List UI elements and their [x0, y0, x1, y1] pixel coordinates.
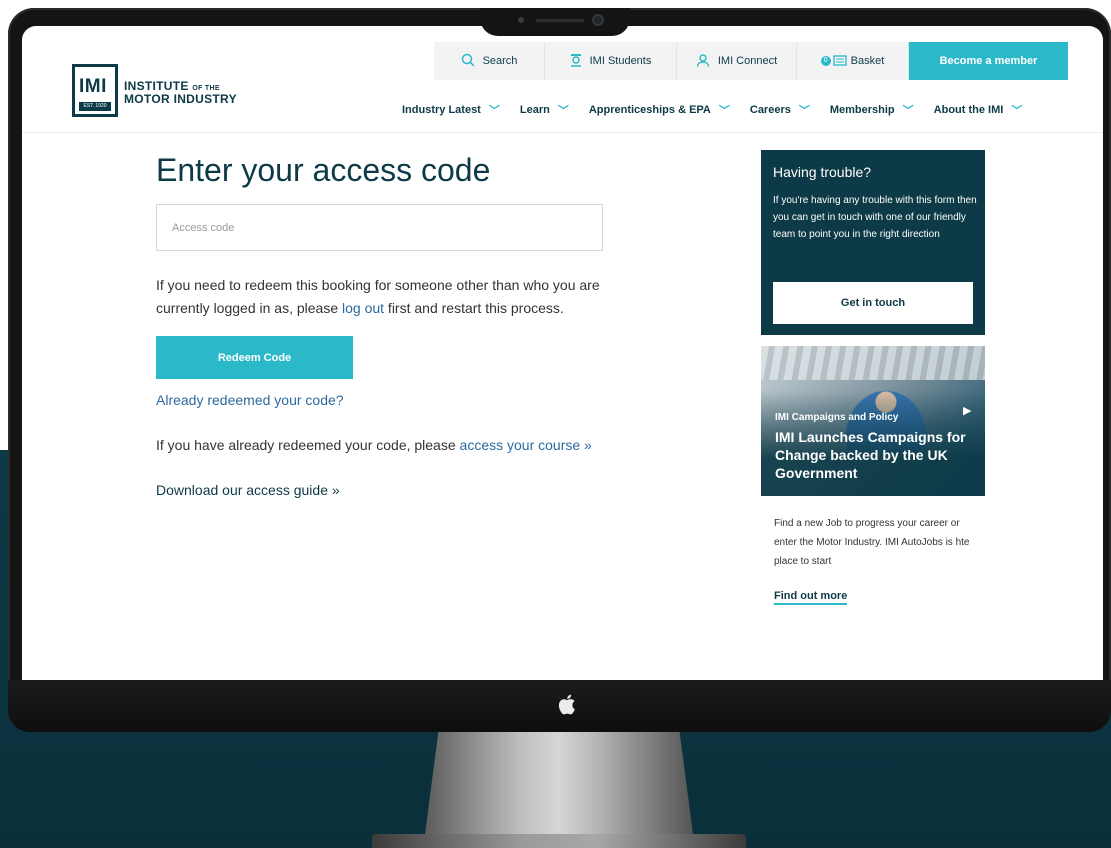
imi-students-label: IMI Students [589, 55, 652, 67]
basket-link[interactable]: 0 Basket [797, 42, 909, 80]
monitor-stand-base [372, 834, 746, 848]
imi-logo[interactable]: IMI EST. 1920 [72, 64, 118, 117]
nav-membership[interactable]: Membership ﹀ [830, 102, 914, 118]
help-panel: Having trouble? If you're having any tro… [761, 150, 985, 335]
camera-icon [592, 14, 604, 26]
speaker-grille [536, 19, 584, 22]
logo-mark: IMI [79, 76, 107, 97]
chevron-down-icon: ﹀ [718, 105, 730, 117]
logo-text-line1: INSTITUTE OF THE [124, 79, 220, 93]
help-text: If you're having any trouble with this f… [773, 195, 977, 240]
access-code-input[interactable] [156, 204, 603, 251]
search-label: Search [482, 55, 518, 67]
nav-about[interactable]: About the IMI ﹀ [934, 102, 1023, 118]
find-out-more-link[interactable]: Find out more [774, 590, 848, 605]
person-icon [696, 53, 710, 70]
search-icon [461, 53, 475, 70]
become-member-button[interactable]: Become a member [909, 42, 1068, 80]
logo-text-line2: MOTOR INDUSTRY [124, 92, 237, 106]
student-icon [570, 53, 582, 70]
monitor-stand [425, 732, 693, 834]
chevron-right-icon: ▶ [963, 405, 972, 417]
imi-connect-label: IMI Connect [717, 55, 778, 67]
already-redeemed-link[interactable]: Already redeemed your code? [156, 392, 344, 408]
logo-est: EST. 1920 [79, 102, 111, 111]
download-guide-link[interactable]: Download our access guide » [156, 482, 340, 498]
chevron-down-icon: ﹀ [488, 105, 500, 117]
apple-logo-icon [556, 692, 580, 716]
basket-icon [833, 53, 847, 69]
header-divider [22, 132, 1103, 133]
redeem-code-button[interactable]: Redeem Code [156, 336, 353, 379]
chevron-down-icon: ﹀ [798, 105, 810, 117]
screen: IMI EST. 1920 INSTITUTE OF THE MOTOR IND… [22, 26, 1103, 680]
nav-careers[interactable]: Careers ﹀ [750, 102, 810, 118]
imi-connect-link[interactable]: IMI Connect [677, 42, 797, 80]
campaign-category: IMI Campaigns and Policy [775, 412, 899, 423]
access-course-link[interactable]: access your course » [460, 437, 592, 453]
imi-students-link[interactable]: IMI Students [545, 42, 677, 80]
camera-notch [480, 8, 630, 36]
get-in-touch-button[interactable]: Get in touch [773, 282, 973, 324]
page-title: Enter your access code [156, 152, 491, 188]
campaign-headline: IMI Launches Campaigns for Change backed… [775, 429, 966, 481]
search-button[interactable]: Search [434, 42, 545, 80]
log-out-link[interactable]: log out [342, 300, 384, 316]
nav-industry-latest[interactable]: Industry Latest ﹀ [402, 102, 500, 118]
nav-apprenticeships[interactable]: Apprenticeships & EPA ﹀ [589, 102, 730, 118]
campaign-card[interactable]: ▶ IMI Campaigns and Policy IMI Launches … [761, 346, 985, 496]
main-nav: Industry Latest ﹀ Learn ﹀ Apprenticeships … [402, 102, 1022, 118]
utility-bar: Search IMI Students IMI Connect 0 Basket… [434, 42, 1068, 80]
nav-learn[interactable]: Learn ﹀ [520, 102, 569, 118]
redeem-info-text: If you need to redeem this booking for s… [156, 277, 600, 316]
access-course-text: If you have already redeemed your code, … [156, 437, 592, 453]
chevron-down-icon: ﹀ [902, 105, 914, 117]
chevron-down-icon: ﹀ [557, 105, 569, 117]
help-title: Having trouble? [773, 164, 872, 180]
autojobs-text: Find a new Job to progress your career o… [774, 518, 970, 567]
basket-label: Basket [850, 55, 885, 67]
chevron-down-icon: ﹀ [1011, 105, 1023, 117]
basket-count-badge: 0 [820, 56, 831, 66]
sensor-dot [518, 17, 524, 23]
